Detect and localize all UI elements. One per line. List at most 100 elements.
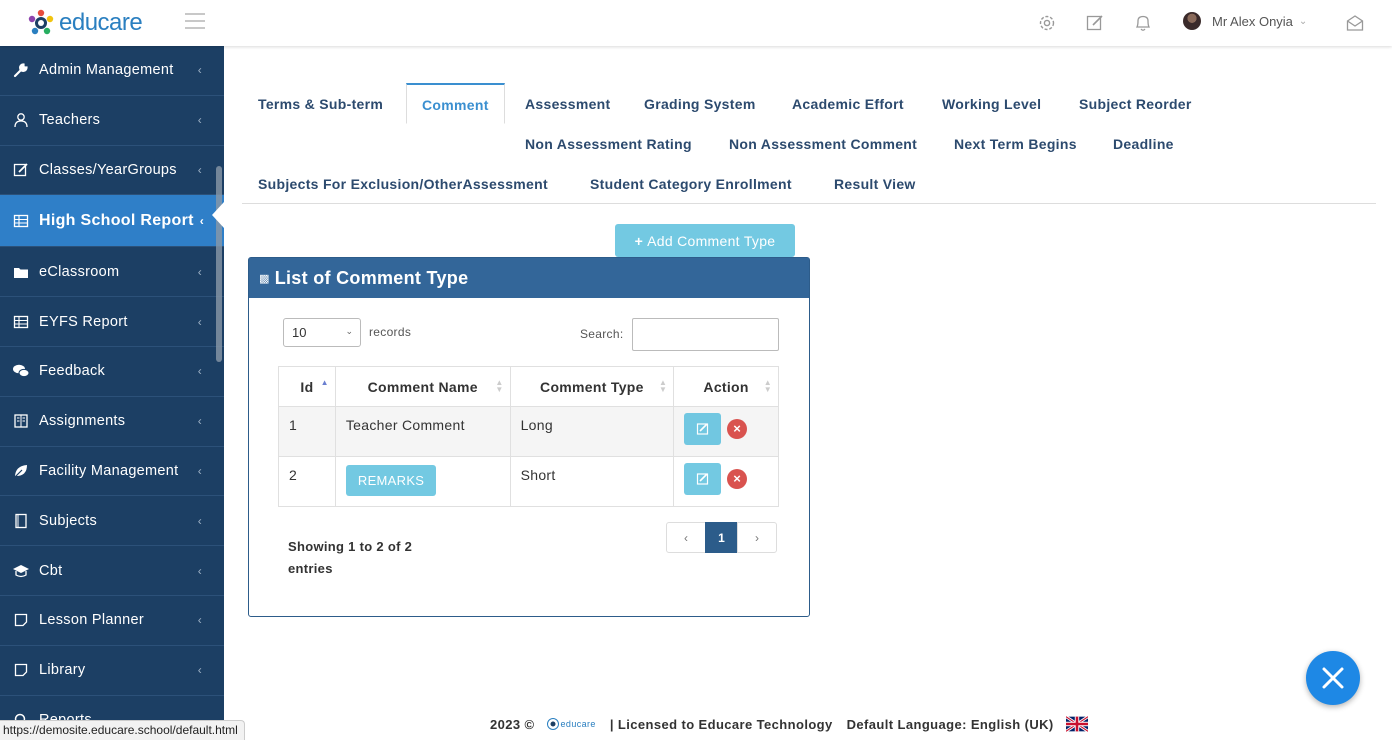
graduation-cap-icon bbox=[12, 562, 30, 580]
compose-icon[interactable] bbox=[1085, 13, 1105, 33]
sidebar-item-admin-management[interactable]: Admin Management ‹ bbox=[0, 46, 224, 96]
delete-button[interactable]: × bbox=[727, 419, 748, 439]
sidebar-scrollbar[interactable] bbox=[216, 166, 222, 362]
delete-button[interactable]: × bbox=[727, 469, 748, 489]
column-header-comment-type[interactable]: Comment Type ▲ ▼ bbox=[509, 366, 675, 407]
edit-button[interactable] bbox=[684, 413, 722, 445]
table-info: Showing 1 to 2 of 2 entries bbox=[288, 539, 413, 576]
chevron-left-icon: ‹ bbox=[197, 63, 202, 78]
sidebar-item-eclassroom[interactable]: eClassroom ‹ bbox=[0, 247, 224, 298]
mail-open-icon[interactable] bbox=[1345, 13, 1365, 33]
sidebar-item-feedback[interactable]: Feedback ‹ bbox=[0, 347, 224, 397]
sidebar-item-teachers[interactable]: Teachers ‹ bbox=[0, 96, 224, 146]
avatar bbox=[1183, 12, 1201, 30]
sidebar-item-subjects[interactable]: Subjects ‹ bbox=[0, 496, 224, 547]
chevron-left-icon: ‹ bbox=[197, 364, 202, 379]
sidebar-item-high-school-report[interactable]: High School Report ‹ bbox=[0, 195, 224, 248]
comment-type-panel: ▩ List of Comment Type 10 ⌄ records Sear… bbox=[248, 257, 810, 617]
chevron-left-icon: ‹ bbox=[197, 563, 202, 578]
chevron-left-icon: ‹ bbox=[197, 113, 202, 128]
chevron-left-icon: ‹ bbox=[197, 264, 202, 279]
user-name: Mr Alex Onyia bbox=[1212, 13, 1293, 29]
user-menu[interactable]: Mr Alex Onyia ⌄ bbox=[1183, 12, 1307, 30]
note-icon bbox=[12, 661, 30, 679]
logo-mark-icon bbox=[27, 9, 55, 37]
active-item-pointer bbox=[212, 202, 224, 228]
tab-non-assessment-rating[interactable]: Non Assessment Rating bbox=[525, 136, 692, 152]
tab-comment[interactable]: Comment bbox=[406, 83, 505, 124]
sidebar-item-assignments[interactable]: Assignments ‹ bbox=[0, 397, 224, 447]
chevron-left-icon: ‹ bbox=[197, 513, 202, 528]
next-page-button[interactable]: › bbox=[737, 522, 777, 553]
wrench-icon bbox=[12, 61, 30, 79]
sidebar-item-library[interactable]: Library ‹ bbox=[0, 646, 224, 696]
leaf-icon bbox=[12, 462, 30, 480]
cell-comment-type: Short bbox=[509, 456, 675, 507]
page-1-button[interactable]: 1 bbox=[705, 522, 738, 553]
cell-id: 2 bbox=[278, 456, 336, 507]
chevron-left-icon: ‹ bbox=[197, 162, 202, 177]
educare-logo[interactable]: educare bbox=[26, 8, 143, 38]
tab-subject-reorder[interactable]: Subject Reorder bbox=[1079, 96, 1192, 112]
sidebar-item-label: Cbt bbox=[39, 562, 63, 579]
panel-title: List of Comment Type bbox=[274, 267, 469, 288]
table-icon bbox=[12, 313, 30, 331]
book-outline-icon bbox=[12, 512, 30, 530]
prev-page-button[interactable]: ‹ bbox=[666, 522, 706, 553]
tab-next-term-begins[interactable]: Next Term Begins bbox=[954, 136, 1077, 152]
sidebar-item-label: Lesson Planner bbox=[39, 612, 144, 629]
sidebar-item-facility-management[interactable]: Facility Management ‹ bbox=[0, 447, 224, 497]
footer-language: Default Language: English (UK) bbox=[846, 716, 1054, 732]
edit-button[interactable] bbox=[684, 463, 722, 495]
sidebar-item-cbt[interactable]: Cbt ‹ bbox=[0, 546, 224, 596]
search-input[interactable] bbox=[632, 318, 779, 351]
pencil-icon bbox=[697, 423, 709, 435]
column-header-action[interactable]: Action ▲ ▼ bbox=[673, 366, 779, 407]
tab-deadline[interactable]: Deadline bbox=[1113, 136, 1174, 152]
top-navbar: educare Mr Alex Onyia ⌄ bbox=[0, 0, 1392, 46]
sidebar-item-label: Assignments bbox=[39, 413, 126, 430]
plus-icon: + bbox=[634, 232, 644, 249]
page-length-select[interactable]: 10 ⌄ bbox=[283, 318, 361, 347]
tab-subjects-for-exclusion[interactable]: Subjects For Exclusion/OtherAssessment bbox=[258, 176, 548, 192]
sort-icon: ▲ ▼ bbox=[658, 378, 668, 394]
footer-year: 2023 © bbox=[490, 716, 535, 732]
tab-non-assessment-comment[interactable]: Non Assessment Comment bbox=[729, 136, 917, 152]
close-chat-button[interactable] bbox=[1306, 651, 1360, 705]
sidebar-item-label: Library bbox=[39, 662, 86, 679]
sort-icon: ▲ ▼ bbox=[495, 378, 504, 394]
add-comment-type-button[interactable]: + Add Comment Type bbox=[615, 224, 795, 257]
bell-icon[interactable] bbox=[1133, 13, 1153, 33]
footer-logo: educare bbox=[546, 718, 596, 730]
menu-toggle-icon[interactable] bbox=[185, 13, 205, 29]
comments-icon bbox=[12, 362, 30, 380]
table-row: 1 Teacher Comment Long × bbox=[278, 406, 779, 457]
tab-academic-effort[interactable]: Academic Effort bbox=[792, 96, 904, 112]
sidebar-item-lesson-planner[interactable]: Lesson Planner ‹ bbox=[0, 596, 224, 646]
chevron-left-icon: ‹ bbox=[197, 613, 202, 628]
gift-icon: ▩ bbox=[259, 272, 270, 285]
search-label: Search: bbox=[580, 327, 624, 341]
gear-icon[interactable] bbox=[1037, 13, 1057, 33]
tab-assessment[interactable]: Assessment bbox=[525, 96, 611, 112]
cell-id: 1 bbox=[278, 406, 336, 457]
chevron-down-icon: ⌄ bbox=[345, 326, 353, 336]
pencil-icon bbox=[697, 473, 709, 485]
column-header-id[interactable]: Id ▲ bbox=[278, 366, 336, 407]
sidebar-item-eyfs-report[interactable]: EYFS Report ‹ bbox=[0, 297, 224, 347]
sidebar-item-label: Subjects bbox=[39, 512, 98, 529]
tab-grading-system[interactable]: Grading System bbox=[644, 96, 756, 112]
tab-result-view[interactable]: Result View bbox=[834, 176, 916, 192]
pagination: ‹ 1 › bbox=[666, 522, 777, 553]
sort-icon: ▲ ▼ bbox=[763, 378, 772, 394]
folder-icon bbox=[12, 263, 30, 281]
uk-flag-icon[interactable] bbox=[1065, 716, 1088, 732]
tab-student-category-enrollment[interactable]: Student Category Enrollment bbox=[590, 176, 792, 192]
page-length-value: 10 bbox=[292, 325, 307, 340]
note-icon bbox=[12, 611, 30, 629]
tab-terms[interactable]: Terms & Sub-term bbox=[258, 96, 383, 112]
column-header-comment-name[interactable]: Comment Name ▲ ▼ bbox=[334, 366, 511, 407]
remarks-button[interactable]: REMARKS bbox=[345, 465, 437, 496]
sidebar-item-classes[interactable]: Classes/YearGroups ‹ bbox=[0, 146, 224, 196]
tab-working-level[interactable]: Working Level bbox=[942, 96, 1041, 112]
